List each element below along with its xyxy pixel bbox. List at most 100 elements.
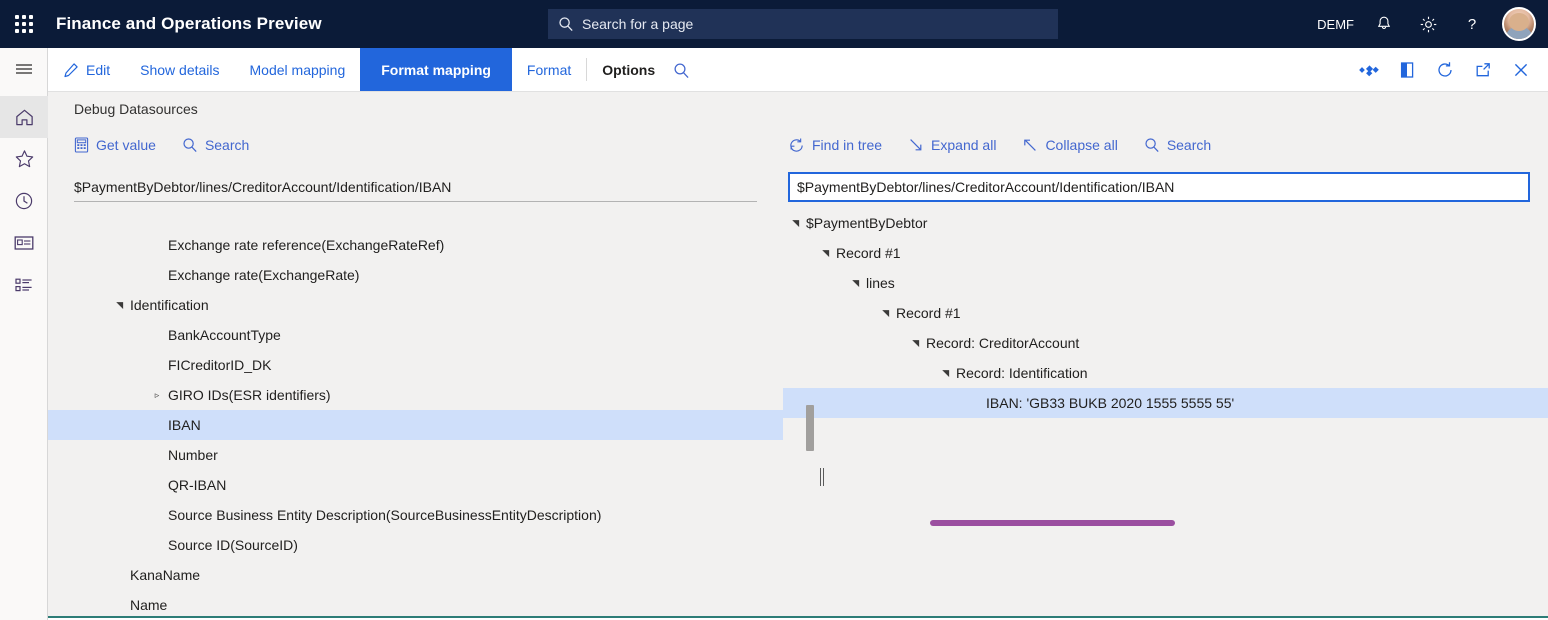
format-label: Format	[527, 62, 571, 78]
get-value-label: Get value	[96, 137, 156, 153]
sidebar-item-recent[interactable]	[0, 180, 48, 222]
show-details-button[interactable]: Show details	[125, 48, 234, 91]
sidebar-item-favorites[interactable]	[0, 138, 48, 180]
tree-row[interactable]: Exchange rate reference(ExchangeRateRef)	[48, 230, 783, 260]
result-tree-path-input[interactable]: $PaymentByDebtor/lines/CreditorAccount/I…	[788, 172, 1530, 202]
options-button[interactable]: Options	[587, 48, 670, 91]
global-search-input[interactable]: Search for a page	[548, 9, 1058, 39]
calculator-icon	[74, 137, 89, 153]
chevron-down-icon[interactable]	[788, 218, 802, 229]
edit-button[interactable]: Edit	[48, 48, 125, 91]
tree-row-label: $PaymentByDebtor	[806, 215, 927, 231]
datasources-path-input[interactable]: $PaymentByDebtor/lines/CreditorAccount/I…	[74, 172, 757, 202]
tree-row[interactable]: IBAN: 'GB33 BUKB 2020 1555 5555 55'	[783, 388, 1548, 418]
tree-row[interactable]: IBAN	[48, 410, 783, 440]
find-in-tree-label: Find in tree	[812, 137, 882, 153]
result-tree-pane: Find in tree Expand all Collapse all Sea…	[783, 126, 1548, 618]
tree-row[interactable]: Exchange rate(ExchangeRate)	[48, 260, 783, 290]
app-launcher-icon[interactable]	[0, 0, 48, 48]
datasources-tree[interactable]: Exchange rate reference(ExchangeRateRef)…	[48, 208, 783, 618]
tree-row-label: IBAN: 'GB33 BUKB 2020 1555 5555 55'	[986, 395, 1234, 411]
work-area: Debug Datasources Get value Search $Paym…	[48, 92, 1548, 618]
datasources-vertical-scrollbar[interactable]	[806, 392, 814, 572]
app-title: Finance and Operations Preview	[56, 14, 322, 34]
chevron-down-icon[interactable]	[848, 278, 862, 289]
hamburger-menu-icon[interactable]	[0, 48, 48, 90]
tree-row[interactable]: Name	[48, 590, 783, 618]
format-mapping-label: Format mapping	[381, 62, 491, 78]
company-selector[interactable]: DEMF	[1309, 0, 1362, 48]
pane-splitter-grip[interactable]	[819, 468, 825, 486]
chevron-down-icon[interactable]	[878, 308, 892, 319]
datasources-search-button[interactable]: Search	[182, 137, 249, 153]
chevron-down-icon[interactable]	[938, 368, 952, 379]
tree-row-label: Exchange rate reference(ExchangeRateRef)	[168, 237, 444, 253]
expand-all-button[interactable]: Expand all	[908, 137, 996, 153]
scrollbar-thumb[interactable]	[806, 405, 814, 451]
tree-row-label: Identification	[130, 297, 209, 313]
tree-row[interactable]: Record #1	[783, 238, 1548, 268]
refresh-icon[interactable]	[1434, 48, 1456, 92]
top-bar-right-group: DEMF ?	[1309, 0, 1548, 48]
refresh-circular-arrow-icon	[788, 137, 805, 154]
tree-row[interactable]: lines	[783, 268, 1548, 298]
tree-row[interactable]: GIRO IDs(ESR identifiers)	[48, 380, 783, 410]
tab-format[interactable]: Format	[512, 48, 586, 91]
svg-text:?: ?	[1468, 16, 1476, 33]
collapse-all-button[interactable]: Collapse all	[1022, 137, 1117, 153]
personalize-icon[interactable]	[1358, 48, 1380, 92]
result-tree-search-label: Search	[1167, 137, 1211, 153]
tree-row-label: Record: Identification	[956, 365, 1088, 381]
chevron-right-icon[interactable]	[150, 390, 164, 401]
tree-row-label: lines	[866, 275, 895, 291]
datasources-toolbar: Get value Search	[48, 126, 783, 164]
result-tree-toolbar: Find in tree Expand all Collapse all Sea…	[783, 126, 1548, 164]
chevron-down-icon[interactable]	[112, 300, 126, 311]
command-search-icon[interactable]	[670, 48, 692, 92]
tree-row-label: Name	[130, 597, 167, 613]
tree-row[interactable]	[48, 208, 783, 230]
purple-underline-annotation	[930, 520, 1175, 526]
find-in-tree-button[interactable]: Find in tree	[788, 137, 882, 154]
search-icon	[558, 16, 574, 32]
gear-icon[interactable]	[1406, 0, 1450, 48]
sidebar-item-modules[interactable]	[0, 264, 48, 306]
tree-row[interactable]: Record #1	[783, 298, 1548, 328]
close-icon[interactable]	[1510, 48, 1532, 92]
tree-row[interactable]: FICreditorID_DK	[48, 350, 783, 380]
tree-row[interactable]: Source ID(SourceID)	[48, 530, 783, 560]
datasources-pane: Get value Search $PaymentByDebtor/lines/…	[48, 126, 783, 618]
tree-row[interactable]: Number	[48, 440, 783, 470]
tree-row[interactable]: Record: CreditorAccount	[783, 328, 1548, 358]
user-avatar[interactable]	[1502, 7, 1536, 41]
chevron-down-icon[interactable]	[818, 248, 832, 259]
arrow-down-right-icon	[908, 137, 924, 153]
result-tree[interactable]: $PaymentByDebtorRecord #1linesRecord #1R…	[783, 208, 1548, 618]
popout-icon[interactable]	[1472, 48, 1494, 92]
result-tree-search-button[interactable]: Search	[1144, 137, 1211, 153]
datasources-path-value: $PaymentByDebtor/lines/CreditorAccount/I…	[74, 179, 451, 195]
tree-row[interactable]: KanaName	[48, 560, 783, 590]
get-value-button[interactable]: Get value	[74, 137, 156, 153]
chevron-down-icon[interactable]	[908, 338, 922, 349]
tab-model-mapping[interactable]: Model mapping	[235, 48, 361, 91]
tab-format-mapping[interactable]: Format mapping	[360, 48, 512, 91]
tree-row[interactable]: Record: Identification	[783, 358, 1548, 388]
global-search-placeholder: Search for a page	[582, 16, 693, 32]
result-tree-path-value: $PaymentByDebtor/lines/CreditorAccount/I…	[797, 179, 1174, 195]
tree-row[interactable]: Source Business Entity Description(Sourc…	[48, 500, 783, 530]
pencil-icon	[63, 62, 79, 78]
collapse-all-label: Collapse all	[1045, 137, 1117, 153]
tree-row[interactable]: $PaymentByDebtor	[783, 208, 1548, 238]
tree-row[interactable]: Identification	[48, 290, 783, 320]
sidebar-item-workspaces[interactable]	[0, 222, 48, 264]
open-in-office-icon[interactable]	[1396, 48, 1418, 92]
tree-row[interactable]: QR-IBAN	[48, 470, 783, 500]
sidebar-item-home[interactable]	[0, 96, 48, 138]
command-bar-spacer	[692, 48, 1358, 91]
tree-row[interactable]: BankAccountType	[48, 320, 783, 350]
options-label: Options	[602, 62, 655, 78]
question-mark-icon[interactable]: ?	[1450, 0, 1494, 48]
command-bar: Edit Show details Model mapping Format m…	[48, 48, 1548, 92]
bell-icon[interactable]	[1362, 0, 1406, 48]
